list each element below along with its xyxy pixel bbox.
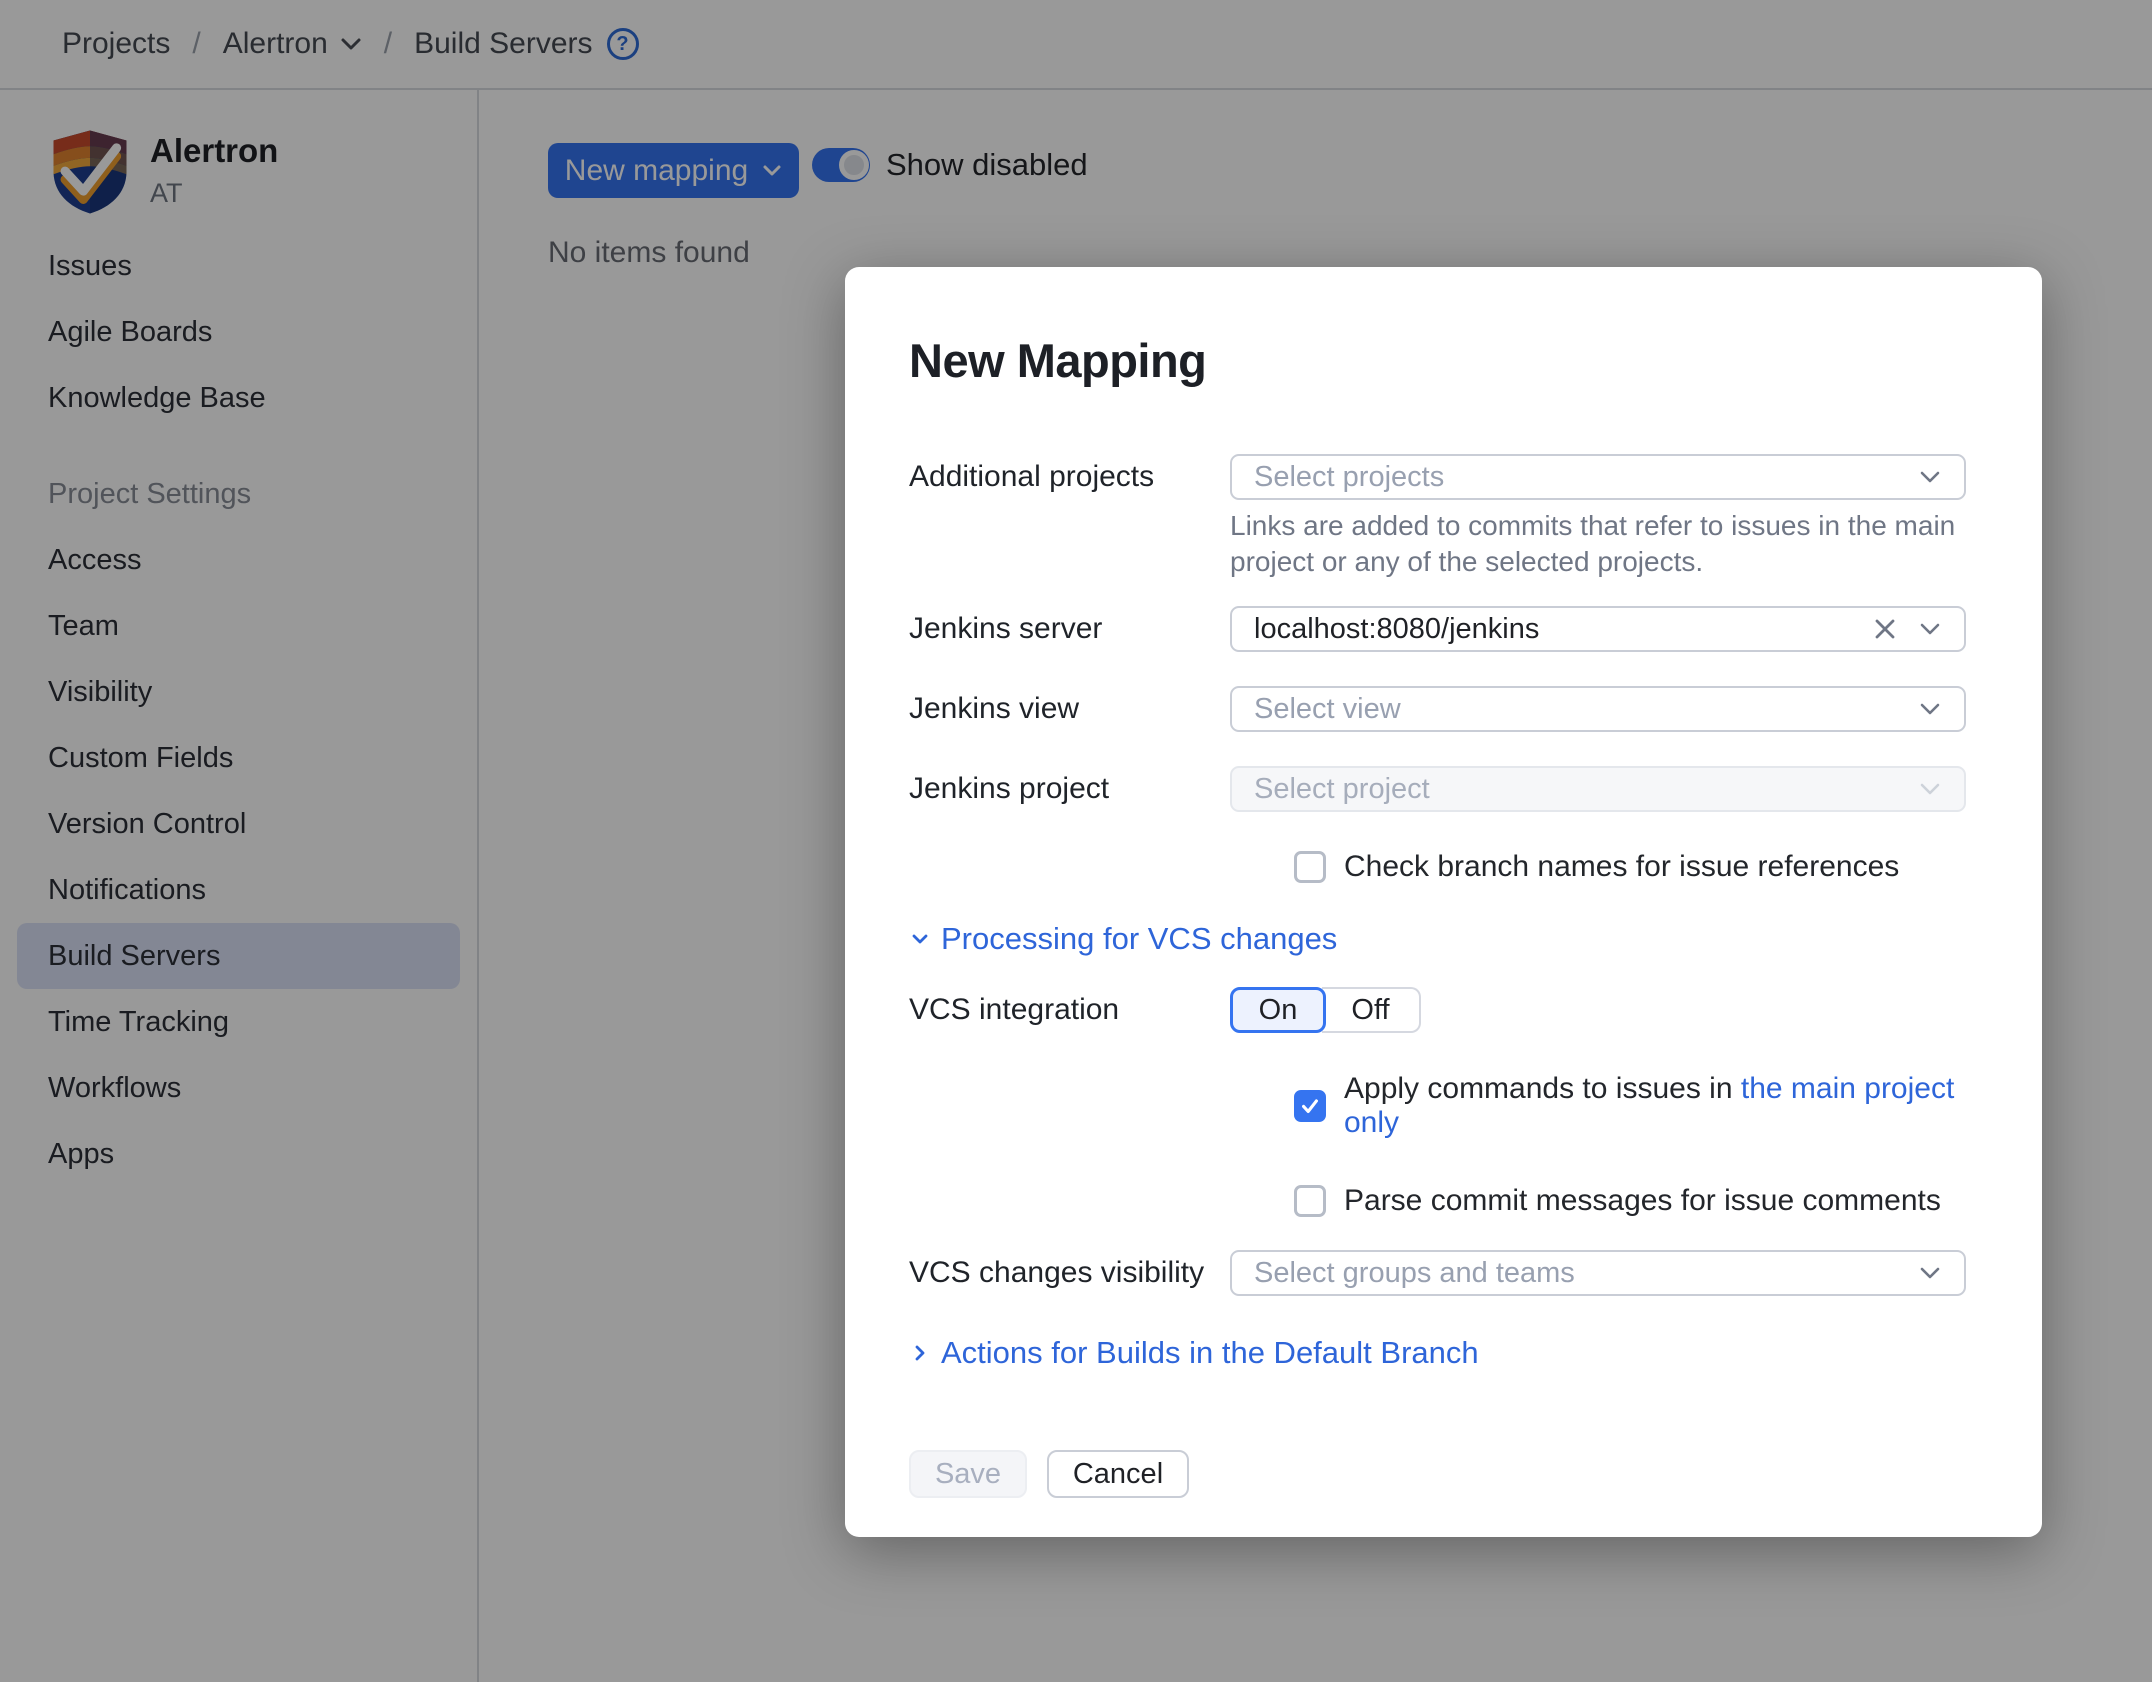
jenkins-server-value: localhost:8080/jenkins — [1254, 612, 1540, 645]
dialog-buttons: Save Cancel — [909, 1450, 1966, 1498]
screen: Projects / Alertron / Build Servers ? Al… — [0, 0, 2152, 1682]
jenkins-server-row: Jenkins server localhost:8080/jenkins — [909, 606, 1966, 652]
jenkins-server-label: Jenkins server — [909, 612, 1103, 645]
vcs-integration-row: VCS integration On Off — [909, 987, 1966, 1033]
check-branch-checkbox[interactable] — [1294, 851, 1326, 883]
chevron-down-icon — [1920, 783, 1940, 794]
apply-commands-checkbox[interactable] — [1294, 1090, 1326, 1122]
chevron-down-icon — [1920, 1267, 1940, 1278]
vcs-visibility-placeholder: Select groups and teams — [1254, 1256, 1575, 1289]
additional-projects-help: Links are added to commits that refer to… — [1230, 510, 1956, 577]
jenkins-view-row: Jenkins view Select view — [909, 686, 1966, 732]
jenkins-project-label: Jenkins project — [909, 772, 1110, 805]
vcs-integration-segmented-control: On Off — [1230, 987, 1966, 1033]
check-branch-label: Check branch names for issue references — [1344, 850, 1900, 883]
cancel-button[interactable]: Cancel — [1047, 1450, 1189, 1498]
jenkins-project-placeholder: Select project — [1254, 772, 1430, 805]
vcs-visibility-row: VCS changes visibility Select groups and… — [909, 1250, 1966, 1296]
vcs-visibility-select[interactable]: Select groups and teams — [1230, 1250, 1966, 1296]
additional-projects-row: Additional projects Select projects Link… — [909, 454, 1966, 580]
actions-builds-section-toggle[interactable]: Actions for Builds in the Default Branch — [909, 1335, 1966, 1371]
parse-commit-checkbox[interactable] — [1294, 1185, 1326, 1217]
apply-commands-label: Apply commands to issues in the main pro… — [1344, 1072, 1955, 1139]
parse-commit-row: Parse commit messages for issue comments — [1294, 1184, 1966, 1218]
processing-vcs-section-toggle[interactable]: Processing for VCS changes — [909, 921, 1966, 957]
additional-projects-label: Additional projects — [909, 460, 1155, 493]
jenkins-view-label: Jenkins view — [909, 692, 1080, 725]
chevron-down-icon — [1920, 623, 1940, 634]
vcs-integration-off-button[interactable]: Off — [1322, 987, 1421, 1033]
jenkins-project-row: Jenkins project Select project — [909, 766, 1966, 812]
new-mapping-dialog: New Mapping Additional projects Select p… — [845, 267, 2042, 1537]
dialog-title: New Mapping — [909, 334, 1207, 387]
vcs-integration-label: VCS integration — [909, 993, 1120, 1026]
jenkins-server-select[interactable]: localhost:8080/jenkins — [1230, 606, 1966, 652]
jenkins-view-placeholder: Select view — [1254, 692, 1401, 725]
check-icon — [1302, 1099, 1318, 1114]
vcs-integration-on-button[interactable]: On — [1230, 987, 1326, 1033]
chevron-down-icon — [1920, 703, 1940, 714]
chevron-down-icon — [912, 934, 928, 944]
actions-builds-section-label: Actions for Builds in the Default Branch — [941, 1335, 1479, 1370]
vcs-visibility-label: VCS changes visibility — [909, 1256, 1205, 1289]
dialog-form: Additional projects Select projects Link… — [909, 454, 1966, 1498]
clear-icon — [1875, 619, 1895, 639]
parse-commit-label: Parse commit messages for issue comments — [1344, 1184, 1941, 1217]
jenkins-view-select[interactable]: Select view — [1230, 686, 1966, 732]
chevron-down-icon — [1920, 471, 1940, 482]
additional-projects-placeholder: Select projects — [1254, 460, 1445, 493]
save-button[interactable]: Save — [909, 1450, 1027, 1498]
additional-projects-select[interactable]: Select projects — [1230, 454, 1966, 500]
chevron-right-icon — [915, 1345, 925, 1361]
jenkins-project-select: Select project — [1230, 766, 1966, 812]
apply-commands-row: Apply commands to issues in the main pro… — [1294, 1072, 1966, 1140]
check-branch-row: Check branch names for issue references — [1294, 850, 1966, 884]
processing-vcs-section-label: Processing for VCS changes — [941, 921, 1338, 956]
